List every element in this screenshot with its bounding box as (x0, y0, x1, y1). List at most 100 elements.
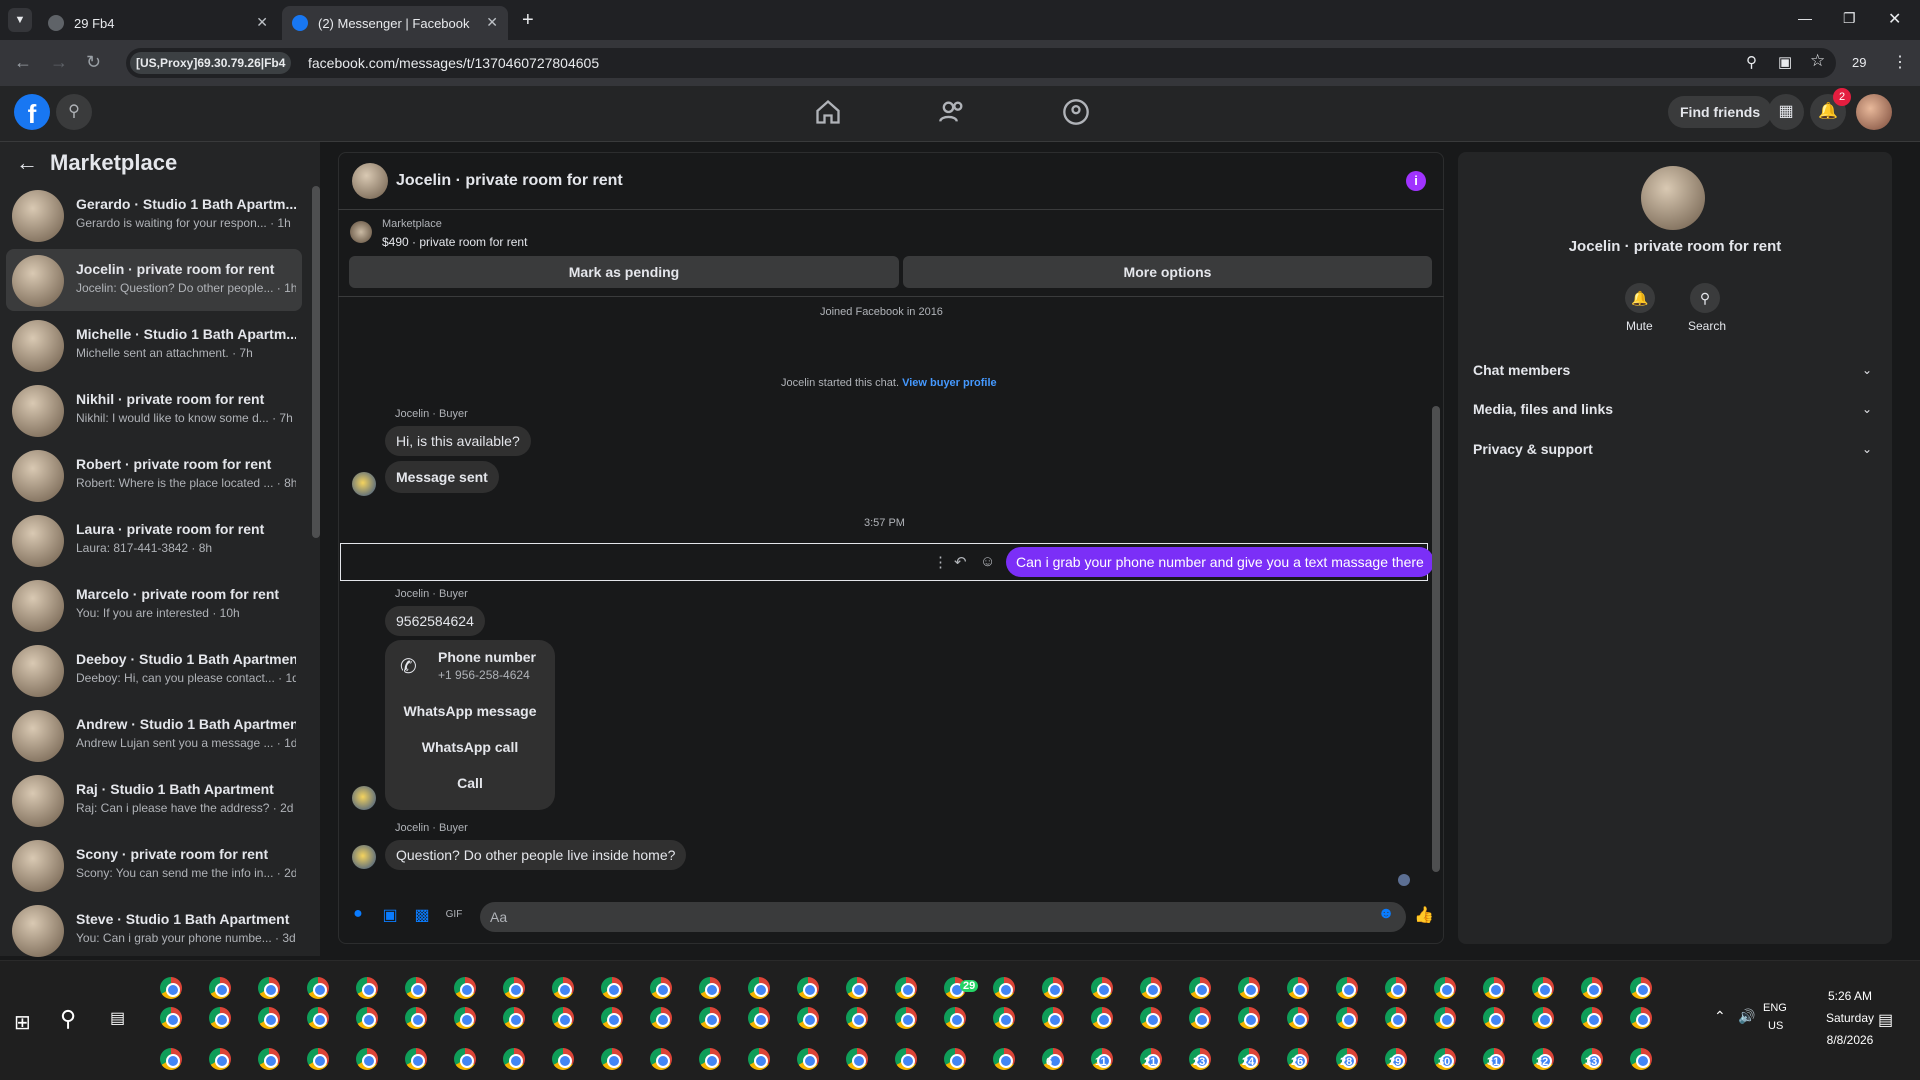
chrome-taskbar-icon[interactable] (650, 1048, 672, 1070)
chrome-taskbar-icon[interactable] (160, 1048, 182, 1070)
search-icon[interactable]: ⚲ (56, 94, 92, 130)
listing-price[interactable]: $490 · private room for rent (382, 235, 527, 249)
chrome-taskbar-icon[interactable] (797, 1048, 819, 1070)
search-icon[interactable]: ⚲ (1690, 283, 1720, 313)
reload-icon[interactable]: ↻ (86, 52, 101, 73)
menu-icon[interactable]: ⋮ (1892, 52, 1908, 72)
keyboard-layout[interactable]: US (1768, 1020, 1783, 1032)
whatsapp-message-option[interactable]: WhatsApp message (385, 703, 555, 719)
chrome-taskbar-icon[interactable] (405, 1007, 427, 1029)
friends-icon[interactable] (938, 98, 966, 126)
chrome-taskbar-icon[interactable] (307, 1007, 329, 1029)
tray-chevron-icon[interactable]: ⌃ (1714, 1008, 1726, 1025)
profile-count[interactable]: 29 (1852, 55, 1866, 70)
conversation-item[interactable]: Jocelin · private room for rent Jocelin: … (6, 249, 302, 311)
windows-start-icon[interactable]: ⊞ (14, 1010, 31, 1035)
view-buyer-profile-link[interactable]: View buyer profile (902, 377, 997, 389)
chrome-taskbar-icon[interactable] (993, 977, 1015, 999)
chrome-taskbar-icon[interactable] (1042, 1007, 1064, 1029)
conversation-item[interactable]: Steve · Studio 1 Bath Apartment You: Can … (6, 899, 302, 961)
chrome-taskbar-icon[interactable] (1483, 1007, 1505, 1029)
gif-icon[interactable]: GIF (444, 905, 464, 925)
install-icon[interactable]: ▣ (1778, 53, 1792, 71)
chevron-down-icon[interactable]: ⌄ (1862, 402, 1872, 416)
chrome-taskbar-icon[interactable] (1483, 977, 1505, 999)
microphone-icon[interactable]: ● (348, 905, 368, 925)
url-text[interactable]: facebook.com/messages/t/1370460727804605 (308, 55, 599, 71)
chrome-taskbar-icon[interactable] (307, 977, 329, 999)
chrome-taskbar-icon[interactable] (258, 977, 280, 999)
chrome-taskbar-icon[interactable] (797, 1007, 819, 1029)
chrome-taskbar-icon[interactable] (650, 1007, 672, 1029)
chrome-taskbar-icon[interactable] (454, 1007, 476, 1029)
close-tab-icon[interactable]: ✕ (486, 14, 498, 31)
chrome-taskbar-icon[interactable] (1091, 977, 1113, 999)
chrome-taskbar-icon[interactable] (405, 977, 427, 999)
chrome-taskbar-icon[interactable] (797, 977, 819, 999)
more-icon[interactable]: ⋮ (933, 553, 948, 571)
chrome-taskbar-icon[interactable] (895, 1007, 917, 1029)
bookmark-star-icon[interactable]: ☆ (1810, 51, 1825, 71)
chrome-taskbar-icon[interactable] (503, 977, 525, 999)
menu-grid-icon[interactable]: ▦ (1768, 94, 1804, 130)
conversation-item[interactable]: Robert · private room for rent Robert: Wh… (6, 444, 302, 506)
mute-bell-icon[interactable]: 🔔 (1625, 283, 1655, 313)
tab-list-button[interactable]: ▼ (8, 8, 32, 32)
clock-time[interactable]: 5:26 AM (1808, 989, 1892, 1003)
like-icon[interactable]: 👍 (1414, 905, 1434, 925)
chrome-taskbar-icon[interactable] (307, 1048, 329, 1070)
chrome-taskbar-icon[interactable] (356, 1048, 378, 1070)
message-bubble[interactable]: Message sent (385, 461, 499, 493)
chrome-taskbar-icon[interactable] (1581, 1007, 1603, 1029)
chrome-taskbar-icon[interactable] (1630, 1048, 1652, 1070)
chrome-taskbar-icon[interactable] (258, 1007, 280, 1029)
message-bubble[interactable]: Hi, is this available? (385, 426, 531, 456)
mark-as-pending-button[interactable]: Mark as pending (349, 256, 899, 288)
forward-icon[interactable]: → (50, 52, 68, 73)
proxy-chip[interactable]: [US,Proxy]69.30.79.26|Fb4 (130, 52, 292, 74)
chrome-taskbar-icon[interactable] (1336, 1007, 1358, 1029)
close-window-button[interactable]: ✕ (1888, 9, 1901, 29)
reply-icon[interactable]: ↶ (954, 553, 967, 571)
chrome-taskbar-icon[interactable] (1336, 977, 1358, 999)
chrome-taskbar-icon[interactable] (209, 1048, 231, 1070)
groups-icon[interactable] (1062, 98, 1090, 126)
left-scrollbar[interactable] (312, 186, 320, 538)
chrome-taskbar-icon[interactable] (405, 1048, 427, 1070)
chrome-taskbar-icon[interactable] (160, 1007, 182, 1029)
conversation-item[interactable]: Deeboy · Studio 1 Bath Apartment Deeboy: … (6, 639, 302, 701)
chrome-taskbar-icon[interactable] (601, 1048, 623, 1070)
chrome-taskbar-icon[interactable] (1238, 977, 1260, 999)
taskbar-search-icon[interactable]: ⚲ (60, 1006, 76, 1032)
chrome-taskbar-icon[interactable] (1091, 1007, 1113, 1029)
avatar[interactable] (1856, 94, 1892, 130)
chrome-taskbar-icon[interactable] (454, 977, 476, 999)
chrome-taskbar-icon[interactable] (503, 1007, 525, 1029)
message-input[interactable] (480, 902, 1406, 932)
chrome-taskbar-icon[interactable] (846, 977, 868, 999)
media-files-links-section[interactable]: Media, files and links (1473, 401, 1613, 417)
chrome-taskbar-icon[interactable] (748, 1007, 770, 1029)
chrome-taskbar-icon[interactable] (552, 977, 574, 999)
chrome-taskbar-icon[interactable] (356, 1007, 378, 1029)
chrome-taskbar-icon[interactable] (209, 1007, 231, 1029)
chrome-taskbar-icon[interactable] (1042, 977, 1064, 999)
restore-button[interactable]: ❐ (1843, 10, 1856, 27)
message-bubble[interactable]: 9562584624 (385, 606, 485, 636)
chrome-taskbar-icon[interactable] (1189, 977, 1211, 999)
conversation-item[interactable]: Nikhil · private room for rent Nikhil: I … (6, 379, 302, 441)
chrome-taskbar-icon[interactable] (846, 1048, 868, 1070)
my-message-bubble[interactable]: Can i grab your phone number and give yo… (1006, 547, 1434, 577)
task-view-icon[interactable]: ▤ (110, 1008, 125, 1028)
find-friends-button[interactable]: Find friends (1668, 96, 1773, 128)
tab-messenger[interactable]: (2) Messenger | Facebook ✕ (282, 6, 508, 40)
chrome-taskbar-icon[interactable] (944, 1007, 966, 1029)
chrome-taskbar-icon[interactable] (1434, 977, 1456, 999)
zoom-icon[interactable]: ⚲ (1746, 53, 1757, 71)
chrome-taskbar-icon[interactable] (1532, 977, 1554, 999)
privacy-support-section[interactable]: Privacy & support (1473, 441, 1593, 457)
chrome-taskbar-icon[interactable] (1140, 977, 1162, 999)
chrome-taskbar-icon[interactable] (895, 977, 917, 999)
chrome-taskbar-icon[interactable] (454, 1048, 476, 1070)
chrome-taskbar-icon[interactable] (895, 1048, 917, 1070)
